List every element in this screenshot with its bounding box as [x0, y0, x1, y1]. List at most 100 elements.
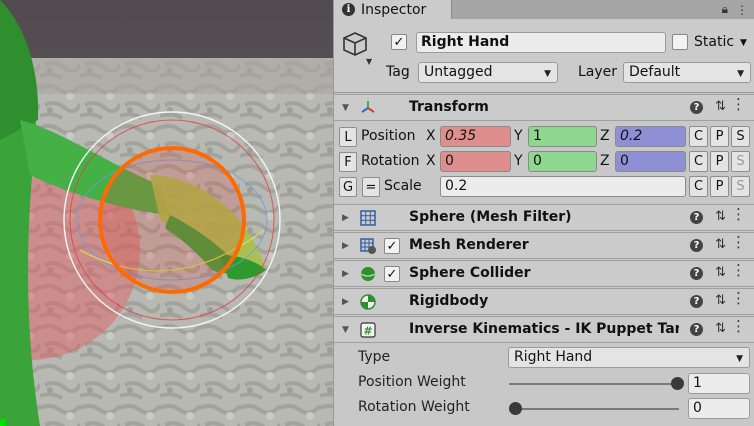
more-options-icon[interactable]: ⋮ — [736, 3, 748, 17]
layer-value: Default — [629, 64, 681, 80]
position-weight-slider-track[interactable] — [509, 383, 679, 385]
ik-type-dropdown[interactable]: Right Hand ▼ — [508, 347, 750, 368]
gameobject-cube-icon[interactable] — [342, 31, 368, 61]
static-checkbox[interactable] — [672, 34, 688, 50]
scale-label: Scale — [384, 178, 422, 194]
rotation-weight-field[interactable]: 0 — [688, 398, 750, 419]
rigidbody-icon — [360, 294, 376, 310]
component-sphere-collider[interactable]: ▶ ✓ Sphere Collider ? ⇅ ⋮ — [334, 260, 754, 287]
rotation-toggle-button[interactable]: F — [339, 152, 357, 172]
help-icon[interactable]: ? — [690, 323, 703, 336]
layer-dropdown[interactable]: Default ▼ — [623, 62, 751, 83]
static-label: Static — [694, 34, 735, 50]
position-y-field[interactable]: 1 — [528, 126, 597, 147]
kebab-menu-icon[interactable]: ⋮ — [731, 319, 746, 334]
inspector-tab[interactable]: i Inspector — [334, 0, 452, 19]
position-weight-slider-knob[interactable] — [671, 377, 684, 390]
preset-sliders-icon[interactable]: ⇅ — [715, 209, 726, 224]
help-icon[interactable]: ? — [690, 101, 703, 114]
scene-viewport[interactable] — [0, 0, 333, 426]
tag-value: Untagged — [424, 64, 493, 80]
inspector-tabbar: i Inspector 🔒︎ ⋮ — [334, 0, 754, 19]
corner-marker — [0, 419, 6, 426]
preset-sliders-icon[interactable]: ⇅ — [715, 321, 726, 336]
fold-expanded-icon[interactable]: ▼ — [342, 325, 349, 335]
inspector-panel: i Inspector 🔒︎ ⋮ ▼ ✓ Right Hand Static ▼… — [333, 0, 754, 426]
scene-view[interactable] — [0, 0, 333, 426]
component-transform[interactable]: ▼ Transform ? ⇅ ⋮ — [334, 94, 754, 121]
scale-link-button[interactable]: = — [362, 177, 380, 197]
s-button[interactable]: S — [731, 126, 750, 147]
s-button[interactable]: S — [731, 151, 750, 172]
fold-expanded-icon[interactable]: ▼ — [342, 103, 349, 113]
lock-icon[interactable]: 🔒︎ — [722, 2, 728, 17]
copy-button[interactable]: C — [689, 126, 708, 147]
fold-collapsed-icon[interactable]: ▶ — [342, 297, 349, 307]
copy-button[interactable]: C — [689, 176, 708, 197]
preset-sliders-icon[interactable]: ⇅ — [715, 293, 726, 308]
preset-sliders-icon[interactable]: ⇅ — [715, 99, 726, 114]
ik-type-row: Type Right Hand ▼ — [334, 346, 754, 371]
kebab-menu-icon[interactable]: ⋮ — [731, 97, 746, 112]
axis-y-label: Y — [514, 128, 523, 144]
transform-rotation-row: F Rotation X 0 Y 0 Z 0 C P S — [334, 150, 754, 175]
inspector-tab-label: Inspector — [361, 1, 427, 18]
component-title: Transform — [409, 99, 489, 115]
fold-collapsed-icon[interactable]: ▶ — [342, 241, 349, 251]
scale-field[interactable]: 0.2 — [440, 176, 686, 197]
component-enabled-checkbox[interactable]: ✓ — [384, 238, 400, 254]
component-ik-puppet-target[interactable]: ▼ # Inverse Kinematics - IK Puppet Targ … — [334, 316, 754, 343]
rotation-z-field[interactable]: 0 — [615, 151, 686, 172]
rotation-weight-label: Rotation Weight — [358, 399, 470, 415]
component-rigidbody[interactable]: ▶ Rigidbody ? ⇅ ⋮ — [334, 288, 754, 315]
paste-button[interactable]: P — [710, 176, 729, 197]
help-icon[interactable]: ? — [690, 267, 703, 280]
rotation-x-field[interactable]: 0 — [440, 151, 511, 172]
type-label: Type — [358, 349, 391, 365]
position-z-field[interactable]: 0.2 — [615, 126, 686, 147]
scale-toggle-button[interactable]: G — [339, 177, 357, 197]
position-x-field[interactable]: 0.35 — [440, 126, 511, 147]
info-icon: i — [342, 3, 355, 16]
component-mesh-filter[interactable]: ▶ Sphere (Mesh Filter) ? ⇅ ⋮ — [334, 204, 754, 231]
kebab-menu-icon[interactable]: ⋮ — [731, 207, 746, 222]
icon-dropdown-arrow[interactable]: ▼ — [366, 57, 372, 66]
ik-position-weight-row: Position Weight 1 — [334, 371, 754, 396]
static-dropdown-arrow[interactable]: ▼ — [740, 38, 747, 48]
grid-icon — [360, 210, 376, 226]
sphere-collider-icon — [360, 267, 376, 281]
position-weight-field[interactable]: 1 — [688, 373, 750, 394]
kebab-menu-icon[interactable]: ⋮ — [731, 235, 746, 250]
layer-label: Layer — [578, 64, 618, 80]
kebab-menu-icon[interactable]: ⋮ — [731, 263, 746, 278]
preset-sliders-icon[interactable]: ⇅ — [715, 265, 726, 280]
chevron-down-icon: ▼ — [544, 69, 551, 79]
help-icon[interactable]: ? — [690, 295, 703, 308]
transform-position-row: L Position X 0.35 Y 1 Z 0.2 C P S — [334, 125, 754, 150]
rotation-weight-slider-track[interactable] — [509, 408, 679, 410]
help-icon[interactable]: ? — [690, 239, 703, 252]
component-enabled-checkbox[interactable]: ✓ — [384, 266, 400, 282]
help-icon[interactable]: ? — [690, 211, 703, 224]
tag-dropdown[interactable]: Untagged ▼ — [418, 62, 558, 83]
axis-z-label: Z — [600, 128, 610, 144]
fold-collapsed-icon[interactable]: ▶ — [342, 213, 349, 223]
rotation-y-field[interactable]: 0 — [528, 151, 597, 172]
paste-button[interactable]: P — [710, 151, 729, 172]
paste-button[interactable]: P — [710, 126, 729, 147]
copy-button[interactable]: C — [689, 151, 708, 172]
component-title: Sphere Collider — [409, 265, 531, 281]
gameobject-name-field[interactable]: Right Hand — [416, 32, 666, 53]
component-title: Rigidbody — [409, 293, 489, 309]
axis-z-label: Z — [600, 153, 610, 169]
preset-sliders-icon[interactable]: ⇅ — [715, 237, 726, 252]
rotation-weight-slider-knob[interactable] — [509, 402, 522, 415]
s-button[interactable]: S — [731, 176, 750, 197]
kebab-menu-icon[interactable]: ⋮ — [731, 291, 746, 306]
active-checkbox[interactable]: ✓ — [391, 34, 407, 50]
fold-collapsed-icon[interactable]: ▶ — [342, 269, 349, 279]
transform-axes-icon — [361, 101, 375, 113]
axis-y-label: Y — [514, 153, 523, 169]
component-mesh-renderer[interactable]: ▶ ✓ Mesh Renderer ? ⇅ ⋮ — [334, 232, 754, 259]
local-toggle-button[interactable]: L — [339, 127, 357, 147]
